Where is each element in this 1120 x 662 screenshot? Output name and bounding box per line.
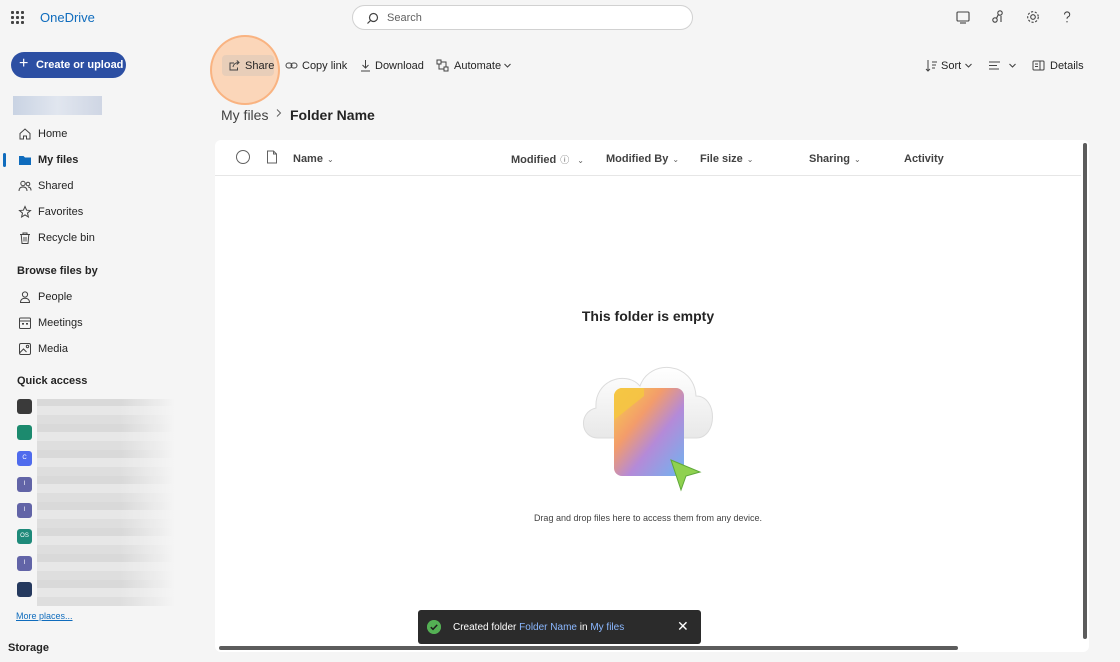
search-box[interactable]: Search <box>352 5 693 30</box>
sidebar-item-media[interactable]: Media <box>0 338 200 360</box>
create-or-upload-button[interactable]: + Create or upload <box>11 52 126 78</box>
link-icon <box>285 62 298 69</box>
details-button[interactable]: Details <box>1032 57 1084 75</box>
sidebar-item-meetings[interactable]: Meetings <box>0 312 200 334</box>
automate-icon <box>436 59 449 72</box>
chevron-down-icon <box>1009 63 1016 68</box>
storage-heading: Storage <box>8 642 49 654</box>
quick-access-heading: Quick access <box>17 375 88 387</box>
sidebar-item-people[interactable]: People <box>0 286 200 308</box>
toast-message: Created folder Folder Name in My files <box>453 622 625 633</box>
image-icon <box>19 343 31 355</box>
home-icon <box>19 128 31 140</box>
close-icon[interactable]: ✕ <box>677 619 689 633</box>
folder-icon <box>19 156 31 165</box>
help-icon[interactable] <box>1059 9 1075 25</box>
breadcrumb-separator-icon <box>276 109 282 117</box>
quick-access-icon[interactable]: I <box>17 477 32 492</box>
column-header-activity[interactable]: Activity <box>904 153 944 165</box>
chevron-down-icon: ⌄ <box>577 156 584 165</box>
plus-icon: + <box>19 55 29 72</box>
file-type-icon <box>267 150 277 164</box>
app-launcher-icon[interactable] <box>11 11 24 24</box>
chevron-down-icon: ⌄ <box>853 155 861 164</box>
sidebar-item-shared[interactable]: Shared <box>0 175 200 197</box>
top-bar: OneDrive Search <box>0 0 1120 35</box>
quick-access-names-redacted <box>37 399 175 606</box>
people-icon <box>18 180 32 192</box>
download-button[interactable]: Download <box>359 57 425 75</box>
browse-files-heading: Browse files by <box>17 265 98 277</box>
app-name[interactable]: OneDrive <box>40 10 95 25</box>
sort-icon <box>925 60 937 72</box>
chevron-down-icon <box>504 63 511 68</box>
breadcrumb-current: Folder Name <box>290 107 375 123</box>
checkmark-icon <box>427 620 441 634</box>
list-view-icon <box>989 61 1000 70</box>
quick-access-icon[interactable]: I <box>17 556 32 571</box>
empty-folder-subtitle: Drag and drop files here to access them … <box>533 513 763 523</box>
empty-folder-illustration <box>583 366 713 492</box>
chevron-down-icon: ⌄ <box>746 155 754 164</box>
monitor-icon[interactable] <box>955 9 971 25</box>
sidebar-item-my-files[interactable]: My files <box>0 149 200 171</box>
diagnostics-icon[interactable] <box>990 9 1006 25</box>
column-header-modified-by[interactable]: Modified By ⌄ <box>606 153 679 165</box>
sort-button[interactable]: Sort <box>925 57 975 75</box>
download-icon <box>361 60 370 72</box>
quick-access-icon[interactable]: I <box>17 503 32 518</box>
chevron-down-icon <box>965 63 972 68</box>
quick-access-icon[interactable]: OS <box>17 529 32 544</box>
column-header-file-size[interactable]: File size ⌄ <box>700 153 754 165</box>
copy-link-button[interactable]: Copy link <box>285 57 347 75</box>
column-header-name[interactable]: Name ⌄ <box>293 153 334 165</box>
sidebar-item-recycle-bin[interactable]: Recycle bin <box>0 227 200 249</box>
more-places-link[interactable]: More places... <box>16 611 73 621</box>
share-command[interactable]: Share <box>228 57 274 75</box>
vertical-scrollbar[interactable] <box>1083 143 1087 639</box>
settings-icon[interactable] <box>1025 9 1041 25</box>
details-pane-icon <box>1032 60 1045 71</box>
column-header-modified[interactable]: Modified ⓘ ⌄ <box>511 153 584 166</box>
person-icon <box>19 291 31 303</box>
column-header-sharing[interactable]: Sharing ⌄ <box>809 153 861 165</box>
quick-access-icon[interactable] <box>17 399 32 414</box>
quick-access-icon[interactable]: C <box>17 451 32 466</box>
trash-icon <box>20 232 30 244</box>
view-options-button[interactable] <box>988 57 1020 75</box>
quick-access-icon[interactable] <box>17 582 32 597</box>
column-header-row: Name ⌄ Modified ⓘ ⌄ Modified By ⌄ File size ⌄… <box>215 140 1081 176</box>
search-icon <box>367 12 379 24</box>
account-name-redacted <box>13 96 102 115</box>
file-list-panel: Name ⌄ Modified ⓘ ⌄ Modified By ⌄ File size ⌄… <box>215 140 1089 652</box>
notification-toast: Created folder Folder Name in My files ✕ <box>418 610 701 644</box>
select-all-checkbox[interactable] <box>236 150 250 164</box>
info-icon: ⓘ <box>560 155 570 165</box>
empty-folder-title: This folder is empty <box>581 308 715 324</box>
share-icon <box>229 60 240 71</box>
horizontal-scrollbar[interactable] <box>219 646 958 650</box>
calendar-icon <box>19 317 31 329</box>
sidebar-item-home[interactable]: Home <box>0 123 200 145</box>
toast-folder-link[interactable]: Folder Name <box>519 622 577 633</box>
quick-access-icon[interactable] <box>17 425 32 440</box>
breadcrumb-root[interactable]: My files <box>221 107 268 123</box>
chevron-down-icon: ⌄ <box>326 155 334 164</box>
sidebar-item-favorites[interactable]: Favorites <box>0 201 200 223</box>
search-input[interactable]: Search <box>387 12 422 24</box>
toast-location-link[interactable]: My files <box>590 622 624 633</box>
star-icon <box>18 205 32 219</box>
chevron-down-icon: ⌄ <box>672 155 680 164</box>
automate-button[interactable]: Automate <box>436 57 514 75</box>
